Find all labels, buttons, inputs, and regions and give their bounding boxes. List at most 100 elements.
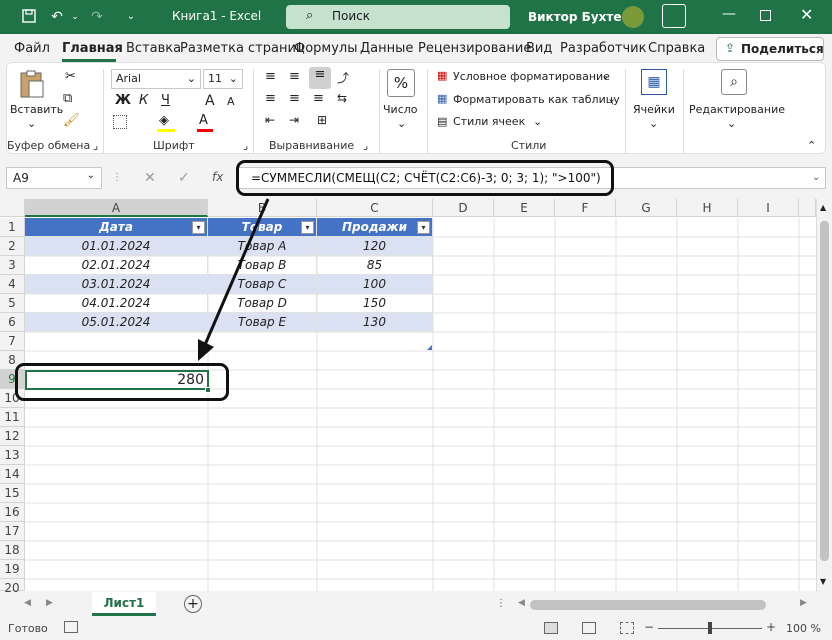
column-header-h[interactable]: H (677, 199, 738, 217)
align-middle-icon[interactable]: ≡ (289, 69, 300, 84)
insert-function-icon[interactable]: fx (212, 170, 223, 184)
chevron-down-icon[interactable]: ⌄ (533, 115, 542, 128)
table-cell[interactable]: 01.01.2024 (25, 237, 208, 256)
table-cell[interactable]: 03.01.2024 (25, 275, 208, 294)
row-header[interactable]: 16 (0, 503, 25, 522)
sheet-tab-active[interactable]: Лист1 (92, 592, 156, 616)
expand-formula-bar-icon[interactable]: ⌄ (812, 172, 820, 183)
zoom-level[interactable]: 100 % (786, 622, 821, 635)
conditional-format-button[interactable]: Условное форматирование (453, 70, 610, 83)
add-sheet-icon[interactable]: + (184, 595, 202, 613)
font-launcher-icon[interactable]: ⌟ (243, 139, 248, 152)
table-cell[interactable]: 02.01.2024 (25, 256, 208, 275)
scroll-down-icon[interactable]: ▼ (820, 577, 826, 586)
more-options-icon[interactable]: ⋮ (112, 172, 122, 183)
worksheet-grid[interactable]: A B C D E F G H I 1 2 3 4 5 6 7 8 9 10 1… (0, 198, 832, 595)
align-bottom-icon[interactable]: ≡ (309, 67, 331, 89)
row-header[interactable]: 6 (0, 313, 25, 332)
more-sheets-icon[interactable]: ⋮ (496, 598, 506, 609)
column-header-i[interactable]: I (738, 199, 799, 217)
undo-dropdown-icon[interactable]: ⌄ (66, 8, 84, 26)
merge-cells-icon[interactable]: ⊞ (317, 113, 327, 127)
bold-button[interactable]: Ж (115, 93, 131, 108)
filter-icon[interactable]: ▾ (301, 221, 314, 234)
row-header[interactable]: 7 (0, 332, 25, 351)
cells-icon[interactable]: ▦ (641, 69, 667, 95)
redo-icon[interactable]: ↷ (88, 8, 106, 26)
shrink-font-button[interactable]: A (227, 95, 235, 108)
column-header-c[interactable]: C (317, 199, 433, 217)
chevron-down-icon[interactable]: ⌄ (607, 92, 616, 105)
minimize-icon[interactable]: — (722, 6, 736, 22)
row-header[interactable]: 5 (0, 294, 25, 313)
column-header-g[interactable]: G (616, 199, 677, 217)
tab-developer[interactable]: Разработчик (560, 41, 646, 56)
enter-icon[interactable]: ✓ (178, 170, 190, 186)
chevron-down-icon[interactable]: ⌄ (727, 117, 736, 130)
save-icon[interactable] (20, 8, 38, 26)
ribbon-display-icon[interactable] (662, 4, 686, 28)
font-color-icon[interactable]: A (199, 113, 208, 128)
customize-toolbar-icon[interactable]: ⌄ (122, 8, 140, 26)
align-left-icon[interactable]: ≡ (265, 91, 276, 106)
horizontal-scroll-thumb[interactable] (530, 600, 766, 610)
zoom-in-icon[interactable]: + (766, 620, 776, 634)
align-right-icon[interactable]: ≡ (313, 91, 324, 106)
undo-icon[interactable]: ↶ (48, 8, 66, 26)
page-layout-view-icon[interactable] (582, 622, 596, 634)
font-size-select[interactable]: 11 ⌄ (203, 69, 243, 89)
paste-dropdown-icon[interactable]: ⌄ (27, 117, 36, 130)
row-header[interactable]: 14 (0, 465, 25, 484)
number-label[interactable]: Число (383, 103, 418, 116)
row-header[interactable]: 17 (0, 522, 25, 541)
decrease-indent-icon[interactable]: ⇤ (265, 113, 275, 127)
collapse-ribbon-icon[interactable]: ⌃ (807, 139, 816, 152)
cell-styles-button[interactable]: Стили ячеек (453, 115, 525, 128)
row-header[interactable]: 19 (0, 560, 25, 579)
scroll-left-icon[interactable]: ◀ (518, 598, 525, 608)
table-header-cell[interactable]: Дата ▾ (25, 218, 208, 237)
font-name-select[interactable]: Arial ⌄ (111, 69, 201, 89)
row-header[interactable]: 13 (0, 446, 25, 465)
editing-label[interactable]: Редактирование (689, 103, 785, 116)
zoom-out-icon[interactable]: − (644, 620, 654, 634)
copy-icon[interactable]: ⧉ (63, 91, 72, 106)
orientation-icon[interactable]: ⤴ (337, 69, 349, 86)
format-painter-icon[interactable]: 🖌 (63, 113, 80, 128)
table-cell[interactable]: 100 (317, 275, 433, 294)
table-cell[interactable]: 85 (317, 256, 433, 275)
row-header[interactable]: 4 (0, 275, 25, 294)
clipboard-launcher-icon[interactable]: ⌟ (93, 139, 98, 152)
underline-button[interactable]: Ч (161, 93, 170, 108)
tab-review[interactable]: Рецензирование (418, 41, 531, 56)
cancel-icon[interactable]: ✕ (144, 170, 156, 186)
search-box[interactable]: ⌕ Поиск (286, 5, 510, 29)
row-header[interactable]: 3 (0, 256, 25, 275)
row-header[interactable]: 18 (0, 541, 25, 560)
cut-icon[interactable]: ✂ (65, 69, 76, 84)
grow-font-button[interactable]: A (205, 93, 215, 109)
row-header[interactable]: 2 (0, 237, 25, 256)
table-cell[interactable]: 130 (317, 313, 433, 332)
paste-icon[interactable] (17, 69, 51, 101)
page-break-view-icon[interactable] (620, 622, 634, 634)
row-header[interactable]: 12 (0, 427, 25, 446)
name-box[interactable]: A9 ⌄ (6, 167, 102, 189)
close-icon[interactable]: ✕ (800, 5, 813, 24)
row-header[interactable]: 1 (0, 218, 25, 237)
select-all-corner[interactable] (0, 199, 25, 217)
paste-label[interactable]: Вставить (10, 103, 63, 116)
table-cell[interactable]: 150 (317, 294, 433, 313)
table-cell[interactable]: 05.01.2024 (25, 313, 208, 332)
column-header-e[interactable]: E (494, 199, 555, 217)
tab-insert[interactable]: Вставка (126, 41, 181, 56)
tab-home[interactable]: Главная (62, 41, 123, 56)
avatar[interactable] (622, 6, 644, 28)
align-top-icon[interactable]: ≡ (265, 69, 276, 84)
wrap-text-icon[interactable]: ⇆ (337, 91, 347, 105)
row-header[interactable]: 20 (0, 579, 25, 595)
sheet-nav-prev-icon[interactable]: ◀ (24, 598, 31, 608)
column-header-a[interactable]: A (25, 199, 208, 217)
column-header-d[interactable]: D (433, 199, 494, 217)
borders-icon[interactable] (113, 115, 127, 129)
